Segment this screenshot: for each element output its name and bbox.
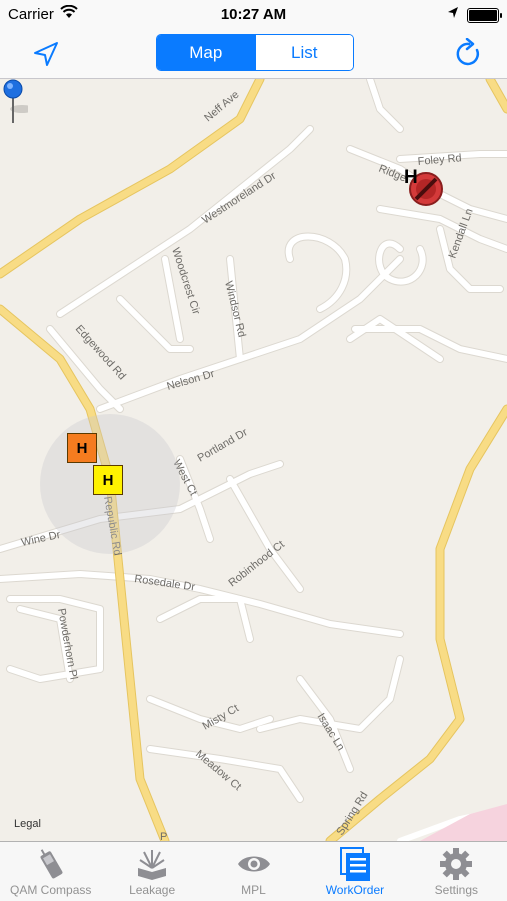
tab-bar: QAM Compass Leakage MPL WorkOrder Settin… <box>0 841 507 901</box>
leakage-icon <box>138 850 167 880</box>
location-arrow-icon <box>448 7 458 18</box>
navigation-bar: Map List <box>0 28 507 79</box>
street-label: Edgewood Rd <box>73 323 128 382</box>
blue-pin-marker[interactable] <box>0 79 28 129</box>
phone-icon <box>40 849 63 879</box>
map-list-segmented-control[interactable]: Map List <box>156 34 354 71</box>
gear-icon <box>440 848 473 880</box>
yellow-h-marker[interactable]: H <box>93 465 123 495</box>
street-label: Foley Rd <box>417 152 462 168</box>
tab-label: QAM Compass <box>10 883 92 897</box>
segment-map[interactable]: Map <box>157 35 255 70</box>
refresh-button[interactable] <box>453 38 485 70</box>
tab-label: Settings <box>434 883 478 897</box>
tab-label: Leakage <box>129 883 176 897</box>
street-label: Wine Dr <box>20 529 62 549</box>
map-view[interactable]: Neff Ave Westmoreland Dr Woodcrest Cir W… <box>0 79 507 841</box>
legal-link[interactable]: Legal <box>14 818 41 830</box>
workorder-icon <box>339 847 370 881</box>
status-time: 10:27 AM <box>220 6 287 23</box>
red-prohibited-marker[interactable]: H <box>404 167 444 207</box>
street-label: Powderhorn Pl <box>55 607 79 680</box>
locate-me-button[interactable] <box>30 38 62 70</box>
red-marker-label: H <box>404 167 418 188</box>
tab-label: WorkOrder <box>325 883 385 897</box>
status-bar: Carrier 10:27 AM <box>0 0 507 28</box>
tab-mpl[interactable]: MPL <box>203 842 304 901</box>
tab-leakage[interactable]: Leakage <box>101 842 202 901</box>
segment-list[interactable]: List <box>254 35 353 70</box>
tab-workorder[interactable]: WorkOrder <box>304 842 405 901</box>
street-label: Westmoreland Dr <box>200 170 278 227</box>
street-label: Rosedale Dr <box>134 573 197 593</box>
street-label: P <box>160 831 167 841</box>
eye-icon <box>237 856 270 872</box>
tab-label: MPL <box>241 883 266 897</box>
orange-h-marker[interactable]: H <box>67 433 97 463</box>
street-label: Portland Dr <box>196 426 250 464</box>
tab-settings[interactable]: Settings <box>406 842 507 901</box>
tab-qam-compass[interactable]: QAM Compass <box>0 842 101 901</box>
street-label: Windsor Rd <box>222 280 248 339</box>
battery-icon <box>467 8 502 23</box>
